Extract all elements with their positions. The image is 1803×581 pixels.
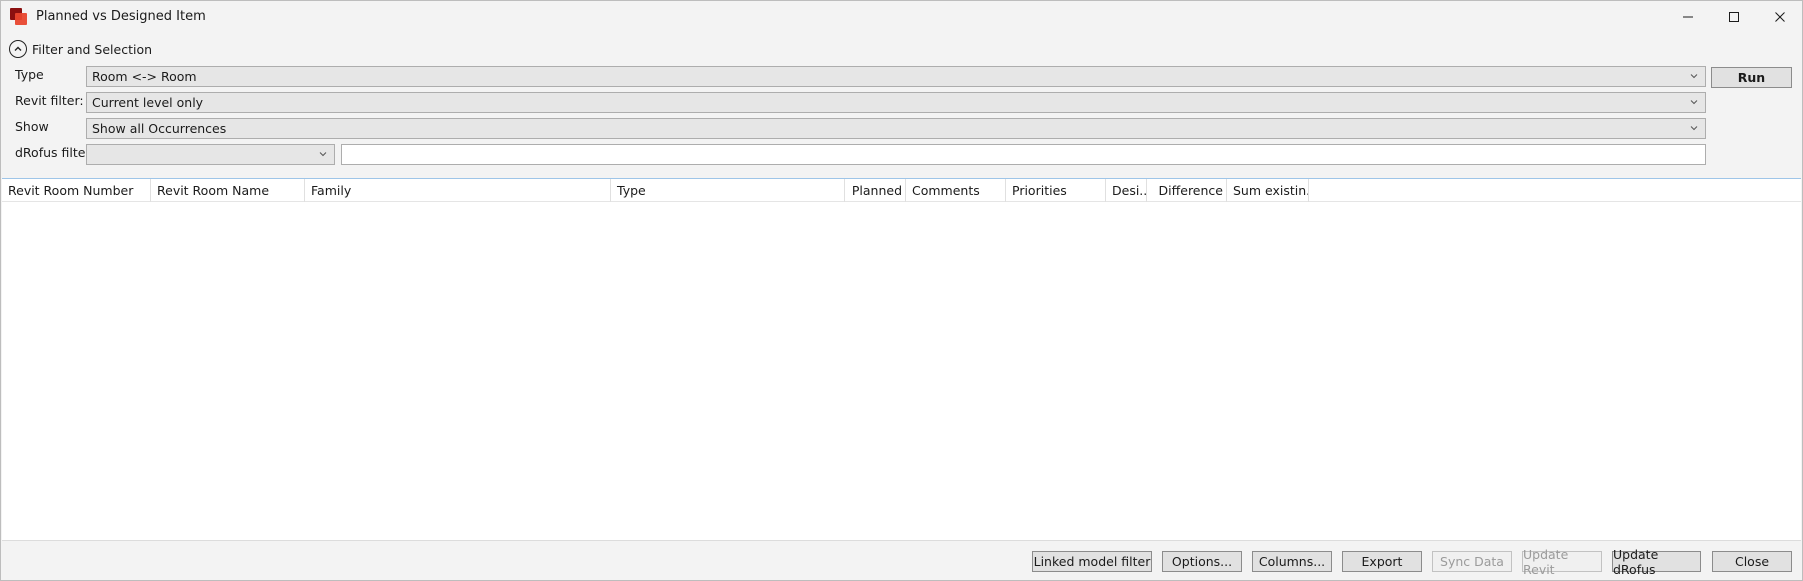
column-header-comments[interactable]: Comments <box>906 179 1006 202</box>
type-dropdown[interactable]: Room <-> Room <box>86 66 1706 87</box>
title-bar: Planned vs Designed Item <box>1 1 1802 33</box>
columns-button[interactable]: Columns... <box>1252 551 1332 572</box>
minimize-icon <box>1683 16 1693 18</box>
close-icon <box>1775 12 1785 22</box>
show-label: Show <box>15 119 49 134</box>
column-header-revit-room-name[interactable]: Revit Room Name <box>151 179 305 202</box>
type-label: Type <box>15 67 44 82</box>
filter-section-toggle[interactable]: Filter and Selection <box>9 39 152 59</box>
close-window-button[interactable] <box>1757 1 1803 33</box>
maximize-button[interactable] <box>1711 1 1757 33</box>
column-header-type[interactable]: Type <box>611 179 845 202</box>
close-button[interactable]: Close <box>1712 551 1792 572</box>
chevron-down-icon <box>1690 100 1698 105</box>
chevron-down-icon <box>1690 126 1698 131</box>
show-dropdown[interactable]: Show all Occurrences <box>86 118 1706 139</box>
sync-data-button[interactable]: Sync Data <box>1432 551 1512 572</box>
update-drofus-button[interactable]: Update dRofus <box>1612 547 1701 577</box>
drofus-filter-input[interactable] <box>341 144 1706 165</box>
drofus-filter-dropdown[interactable] <box>86 144 335 165</box>
column-header-family[interactable]: Family <box>305 179 611 202</box>
chevron-down-icon <box>1690 74 1698 79</box>
filter-section-title: Filter and Selection <box>32 41 153 57</box>
revit-filter-label: Revit filter: <box>15 93 84 108</box>
column-header-planned[interactable]: Planned <box>845 179 906 202</box>
app-icon <box>10 8 28 26</box>
results-grid[interactable]: Revit Room Number Revit Room Name Family… <box>2 178 1801 541</box>
minimize-button[interactable] <box>1665 1 1711 33</box>
column-header-designed[interactable]: Desi... <box>1106 179 1147 202</box>
column-header-revit-room-number[interactable]: Revit Room Number <box>2 179 151 202</box>
column-header-priorities[interactable]: Priorities <box>1006 179 1106 202</box>
update-revit-button[interactable]: Update Revit <box>1522 547 1602 577</box>
drofus-filter-label: dRofus filter: <box>15 145 95 160</box>
grid-header: Revit Room Number Revit Room Name Family… <box>2 179 1801 202</box>
linked-model-filter-button[interactable]: Linked model filter <box>1032 551 1152 572</box>
revit-filter-dropdown-value: Current level only <box>92 95 204 110</box>
maximize-icon <box>1729 12 1739 22</box>
type-dropdown-value: Room <-> Room <box>92 69 197 84</box>
revit-filter-dropdown[interactable]: Current level only <box>86 92 1706 113</box>
main-window: Planned vs Designed Item Filter and Sele… <box>0 0 1803 581</box>
column-header-sum-existing[interactable]: Sum existin... <box>1227 179 1309 202</box>
run-button[interactable]: Run <box>1711 67 1792 88</box>
show-dropdown-value: Show all Occurrences <box>92 121 227 136</box>
chevron-up-circle-icon <box>9 40 27 58</box>
export-button[interactable]: Export <box>1342 551 1422 572</box>
options-button[interactable]: Options... <box>1162 551 1242 572</box>
column-header-difference[interactable]: Difference <box>1147 179 1227 202</box>
window-title: Planned vs Designed Item <box>36 9 206 24</box>
chevron-down-icon <box>319 152 327 157</box>
